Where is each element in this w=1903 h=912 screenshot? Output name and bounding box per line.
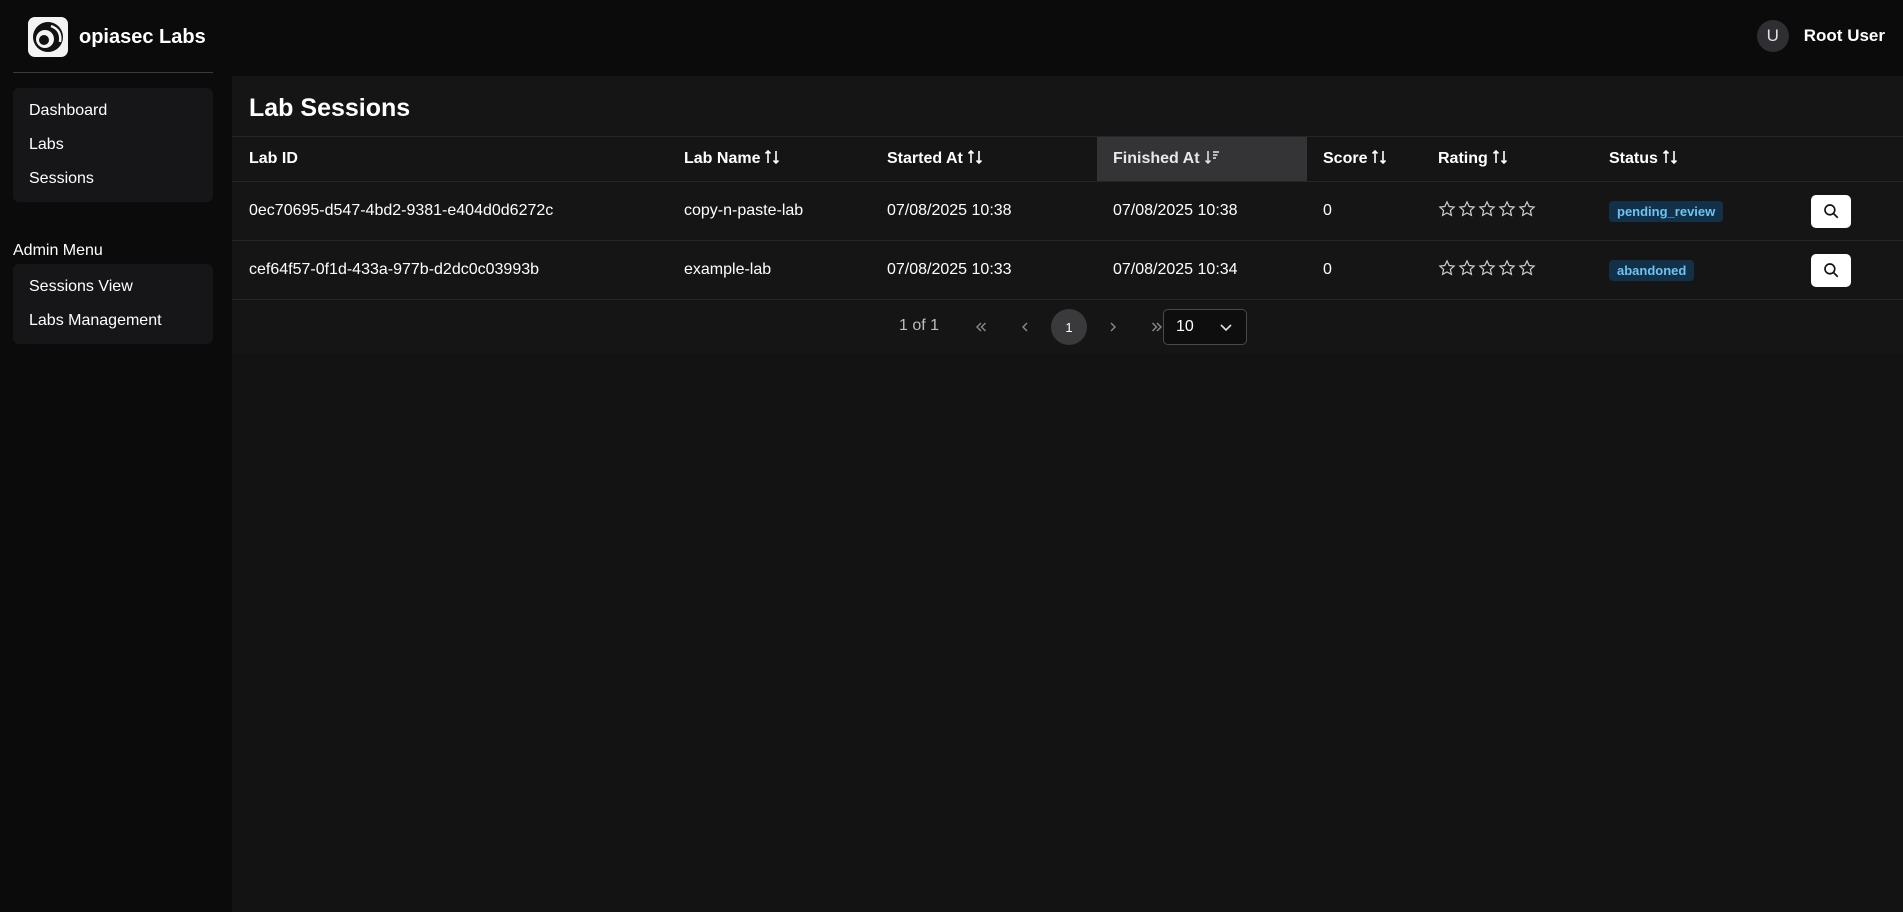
user-name[interactable]: Root User xyxy=(1804,26,1885,46)
page-summary: 1 of 1 xyxy=(899,317,940,334)
star-icon xyxy=(1518,199,1536,217)
next-page-button[interactable] xyxy=(1095,309,1131,345)
star-icon xyxy=(1498,258,1516,276)
pagination: 1 of 1 1 10 xyxy=(232,307,1903,347)
column-header-finished-at[interactable]: Finished At xyxy=(1097,136,1307,182)
status-badge: abandoned xyxy=(1609,259,1695,281)
star-icon xyxy=(1438,199,1456,217)
star-icon xyxy=(1438,258,1456,276)
cell-rating xyxy=(1438,240,1609,300)
cell-actions xyxy=(1811,181,1903,241)
previous-page-button[interactable] xyxy=(1007,309,1043,345)
cell-finished-at: 07/08/2025 10:38 xyxy=(1097,181,1307,241)
column-label: Started At xyxy=(887,149,963,167)
column-header-score[interactable]: Score xyxy=(1307,136,1438,182)
sort-descending-icon[interactable] xyxy=(1204,149,1220,170)
star-icon xyxy=(1458,199,1476,217)
sidebar-item-dashboard[interactable]: Dashboard xyxy=(13,94,213,128)
double-chevron-left-icon xyxy=(976,322,986,332)
column-label: Lab ID xyxy=(249,150,298,167)
cell-lab-name: example-lab xyxy=(684,240,887,300)
user-menu[interactable]: U Root User xyxy=(1756,20,1885,52)
page-size-select[interactable]: 10 xyxy=(1163,309,1247,345)
admin-nav: Sessions View Labs Management xyxy=(13,264,213,344)
chevron-down-icon xyxy=(1220,324,1232,332)
cell-finished-at: 07/08/2025 10:34 xyxy=(1097,240,1307,300)
view-session-button[interactable] xyxy=(1811,253,1851,287)
avatar[interactable]: U xyxy=(1756,20,1789,52)
column-header-lab-name[interactable]: Lab Name xyxy=(684,136,887,182)
sort-icon[interactable] xyxy=(967,149,983,170)
first-page-button[interactable] xyxy=(963,309,999,345)
page-size-value: 10 xyxy=(1176,318,1194,335)
column-header-lab-id[interactable]: Lab ID xyxy=(232,136,684,182)
chevron-right-icon xyxy=(1110,322,1116,332)
page-title: Lab Sessions xyxy=(249,94,411,122)
star-icon xyxy=(1518,258,1536,276)
cell-started-at: 07/08/2025 10:33 xyxy=(887,240,1097,300)
sort-icon[interactable] xyxy=(1492,149,1508,170)
rating-stars xyxy=(1438,258,1536,277)
brand[interactable]: opiasec Labs xyxy=(28,17,206,57)
star-icon xyxy=(1498,199,1516,217)
table-header-row: Lab ID Lab Name Started At Finished At S… xyxy=(232,136,1903,182)
rating-stars xyxy=(1438,199,1536,218)
cell-status: pending_review xyxy=(1609,181,1811,241)
table-row[interactable]: cef64f57-0f1d-433a-977b-d2dc0c03993b exa… xyxy=(232,240,1903,300)
column-label: Finished At xyxy=(1113,149,1200,167)
sort-icon[interactable] xyxy=(764,149,780,170)
main-content: Lab Sessions Lab ID Lab Name Started At … xyxy=(232,76,1903,912)
cell-started-at: 07/08/2025 10:38 xyxy=(887,181,1097,241)
chevron-left-icon xyxy=(1022,322,1028,332)
column-header-actions xyxy=(1811,136,1903,182)
app-name: opiasec Labs xyxy=(79,25,206,48)
divider xyxy=(13,72,213,73)
column-label: Rating xyxy=(1438,149,1488,167)
page-number-button[interactable]: 1 xyxy=(1051,309,1087,345)
view-session-button[interactable] xyxy=(1811,194,1851,228)
cell-rating xyxy=(1438,181,1609,241)
cell-lab-name: copy-n-paste-lab xyxy=(684,181,887,241)
search-icon xyxy=(1824,204,1839,219)
cell-status: abandoned xyxy=(1609,240,1811,300)
sessions-panel: Lab Sessions Lab ID Lab Name Started At … xyxy=(232,76,1903,354)
column-label: Lab Name xyxy=(684,149,761,167)
star-icon xyxy=(1458,258,1476,276)
admin-menu-title: Admin Menu xyxy=(13,242,103,259)
sort-icon[interactable] xyxy=(1371,149,1387,170)
sidebar: Dashboard Labs Sessions Admin Menu Sessi… xyxy=(0,72,232,912)
sidebar-item-sessions-view[interactable]: Sessions View xyxy=(13,270,213,304)
sessions-table: Lab ID Lab Name Started At Finished At S… xyxy=(232,136,1903,300)
table-row[interactable]: 0ec70695-d547-4bd2-9381-e404d0d6272c cop… xyxy=(232,181,1903,241)
column-header-rating[interactable]: Rating xyxy=(1438,136,1609,182)
search-icon xyxy=(1824,263,1839,278)
star-icon xyxy=(1478,199,1496,217)
cell-lab-id: cef64f57-0f1d-433a-977b-d2dc0c03993b xyxy=(232,240,684,300)
sidebar-item-labs-management[interactable]: Labs Management xyxy=(13,304,213,338)
column-label: Score xyxy=(1323,149,1368,167)
cell-score: 0 xyxy=(1307,240,1438,300)
column-label: Status xyxy=(1609,149,1658,167)
sidebar-item-sessions[interactable]: Sessions xyxy=(13,162,213,196)
top-bar: opiasec Labs U Root User xyxy=(0,0,1903,76)
cell-lab-id: 0ec70695-d547-4bd2-9381-e404d0d6272c xyxy=(232,181,684,241)
status-badge: pending_review xyxy=(1609,200,1724,222)
cell-score: 0 xyxy=(1307,181,1438,241)
column-header-status[interactable]: Status xyxy=(1609,136,1811,182)
cell-actions xyxy=(1811,240,1903,300)
column-header-started-at[interactable]: Started At xyxy=(887,136,1097,182)
star-icon xyxy=(1478,258,1496,276)
sort-icon[interactable] xyxy=(1662,149,1678,170)
sidebar-item-labs[interactable]: Labs xyxy=(13,128,213,162)
main-nav: Dashboard Labs Sessions xyxy=(13,88,213,202)
logo-icon xyxy=(28,17,68,57)
